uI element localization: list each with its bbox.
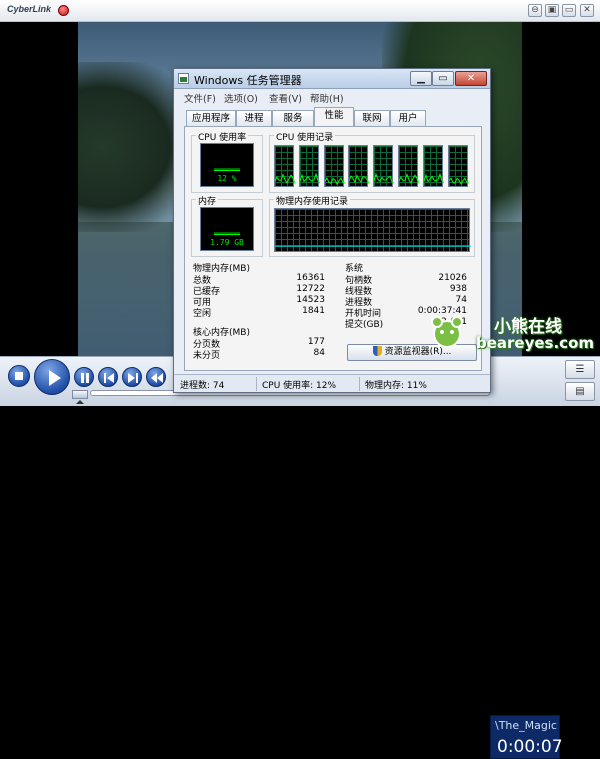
stop-icon xyxy=(15,372,23,380)
time-display: \The_Magic 0:00:07 xyxy=(490,715,563,759)
cpu-history-label: CPU 使用记录 xyxy=(274,130,336,143)
memory-label: 内存 xyxy=(196,194,219,207)
playlist-button[interactable]: ▤ xyxy=(565,382,595,401)
tab-networking[interactable]: 联网 xyxy=(354,110,390,126)
rewind-icon xyxy=(151,373,163,383)
play-icon xyxy=(49,370,61,386)
minimize-button[interactable]: ▁ xyxy=(410,71,432,86)
cpu-core-graph xyxy=(274,145,295,187)
minimize-button[interactable]: ▣ xyxy=(545,4,559,17)
window-title: Windows 任务管理器 xyxy=(194,74,302,87)
play-button[interactable] xyxy=(34,359,70,395)
playlist-icon: ▤ xyxy=(575,386,585,397)
cyberlink-logo: CyberLink xyxy=(7,4,52,14)
stat-value: 84 xyxy=(313,348,325,358)
bear-logo-icon xyxy=(431,316,463,348)
cpu-history-group: CPU 使用记录 xyxy=(269,130,475,193)
watermark: 小熊在线 beareyes.com xyxy=(428,312,594,356)
mini-mode-button[interactable]: ⊖ xyxy=(528,4,542,17)
tab-services[interactable]: 服务 xyxy=(272,110,314,126)
tab-strip: 应用程序 进程 服务 性能 联网 用户 xyxy=(184,107,484,126)
cpu-usage-fill xyxy=(214,168,240,171)
tab-processes[interactable]: 进程 xyxy=(236,110,272,126)
status-bar: 进程数: 74 CPU 使用率: 12% 物理内存: 11% xyxy=(174,374,490,392)
next-icon xyxy=(128,373,138,383)
menu-view[interactable]: 查看(V) xyxy=(269,91,302,105)
stat-value: 938 xyxy=(449,284,467,294)
cpu-usage-value: 12 % xyxy=(217,174,237,183)
task-manager-app-icon xyxy=(178,73,189,84)
stat-label: 提交(GB) xyxy=(345,320,384,330)
eject-icon xyxy=(76,400,84,404)
menu-file[interactable]: 文件(F) xyxy=(184,91,216,105)
task-manager-title-bar[interactable]: Windows 任务管理器 ▁ ▭ ✕ xyxy=(174,69,490,89)
menu-bar: 文件(F) 选项(O) 查看(V) 帮助(H) xyxy=(174,89,490,106)
physical-memory-group: 物理内存(MB) 总数 16361 已缓存 12722 可用 14523 空闲 … xyxy=(191,264,329,321)
stat-value: 74 xyxy=(455,295,467,305)
tab-performance[interactable]: 性能 xyxy=(314,107,354,126)
cpu-core-graph xyxy=(348,145,370,187)
cpu-core-graph xyxy=(373,145,395,187)
memory-history-label: 物理内存使用记录 xyxy=(274,194,351,207)
status-memory: 物理内存: 11% xyxy=(365,381,427,391)
cpu-usage-meter: 12 % xyxy=(200,143,254,187)
stat-value: 177 xyxy=(307,337,325,347)
cpu-core-graph xyxy=(422,145,444,187)
memory-value: 1.79 GB xyxy=(210,238,244,247)
next-button[interactable] xyxy=(122,367,142,387)
cpu-usage-label: CPU 使用率 xyxy=(196,130,249,143)
status-divider xyxy=(359,377,360,391)
menu-icon: ☰ xyxy=(575,364,585,375)
stat-label: 空闲 xyxy=(193,309,212,319)
eject-button[interactable] xyxy=(72,390,88,404)
stat-value: 1841 xyxy=(302,306,325,316)
pause-button[interactable] xyxy=(74,367,94,387)
cpu-core-graph xyxy=(398,145,419,187)
cpu-core-graph xyxy=(447,145,469,187)
cpu-usage-group: CPU 使用率 12 % xyxy=(191,130,263,193)
status-divider xyxy=(256,377,257,391)
close-button[interactable]: ✕ xyxy=(580,4,594,17)
menu-button[interactable]: ☰ xyxy=(565,360,595,379)
status-processes: 进程数: 74 xyxy=(180,381,225,391)
kernel-memory-group: 核心内存(MB) 分页数 177 未分页 84 xyxy=(191,328,329,363)
player-title-bar: CyberLink ⊖ ▣ ▭ ✕ xyxy=(0,0,600,22)
menu-help[interactable]: 帮助(H) xyxy=(310,91,344,105)
previous-icon xyxy=(104,373,114,383)
stat-value: 12722 xyxy=(296,284,325,294)
media-title-text: \The_Magic xyxy=(495,719,557,732)
stat-value: 16361 xyxy=(296,273,325,283)
elapsed-time: 0:00:07 xyxy=(497,737,563,757)
tab-users[interactable]: 用户 xyxy=(390,110,426,126)
close-button[interactable]: ✕ xyxy=(455,71,487,86)
maximize-button[interactable]: ▭ xyxy=(562,4,576,17)
status-cpu: CPU 使用率: 12% xyxy=(262,381,337,391)
memory-group: 内存 1.79 GB xyxy=(191,194,263,257)
stat-value: 14523 xyxy=(296,295,325,305)
cpu-core-graph xyxy=(323,145,345,187)
memory-history-graph xyxy=(274,208,471,252)
menu-options[interactable]: 选项(O) xyxy=(224,91,258,105)
shield-icon xyxy=(372,346,382,356)
maximize-button[interactable]: ▭ xyxy=(432,71,454,86)
record-icon[interactable] xyxy=(58,5,69,16)
rewind-button[interactable] xyxy=(146,367,166,387)
tab-applications[interactable]: 应用程序 xyxy=(186,110,236,126)
cpu-core-graph xyxy=(298,145,320,187)
memory-history-group: 物理内存使用记录 xyxy=(269,194,475,257)
memory-meter: 1.79 GB xyxy=(200,207,254,251)
watermark-en: beareyes.com xyxy=(476,334,595,352)
pause-icon xyxy=(81,373,89,383)
stop-button[interactable] xyxy=(8,365,30,387)
stat-label: 未分页 xyxy=(193,351,221,361)
previous-button[interactable] xyxy=(98,367,118,387)
stat-value: 21026 xyxy=(438,273,467,283)
memory-fill xyxy=(214,232,240,235)
